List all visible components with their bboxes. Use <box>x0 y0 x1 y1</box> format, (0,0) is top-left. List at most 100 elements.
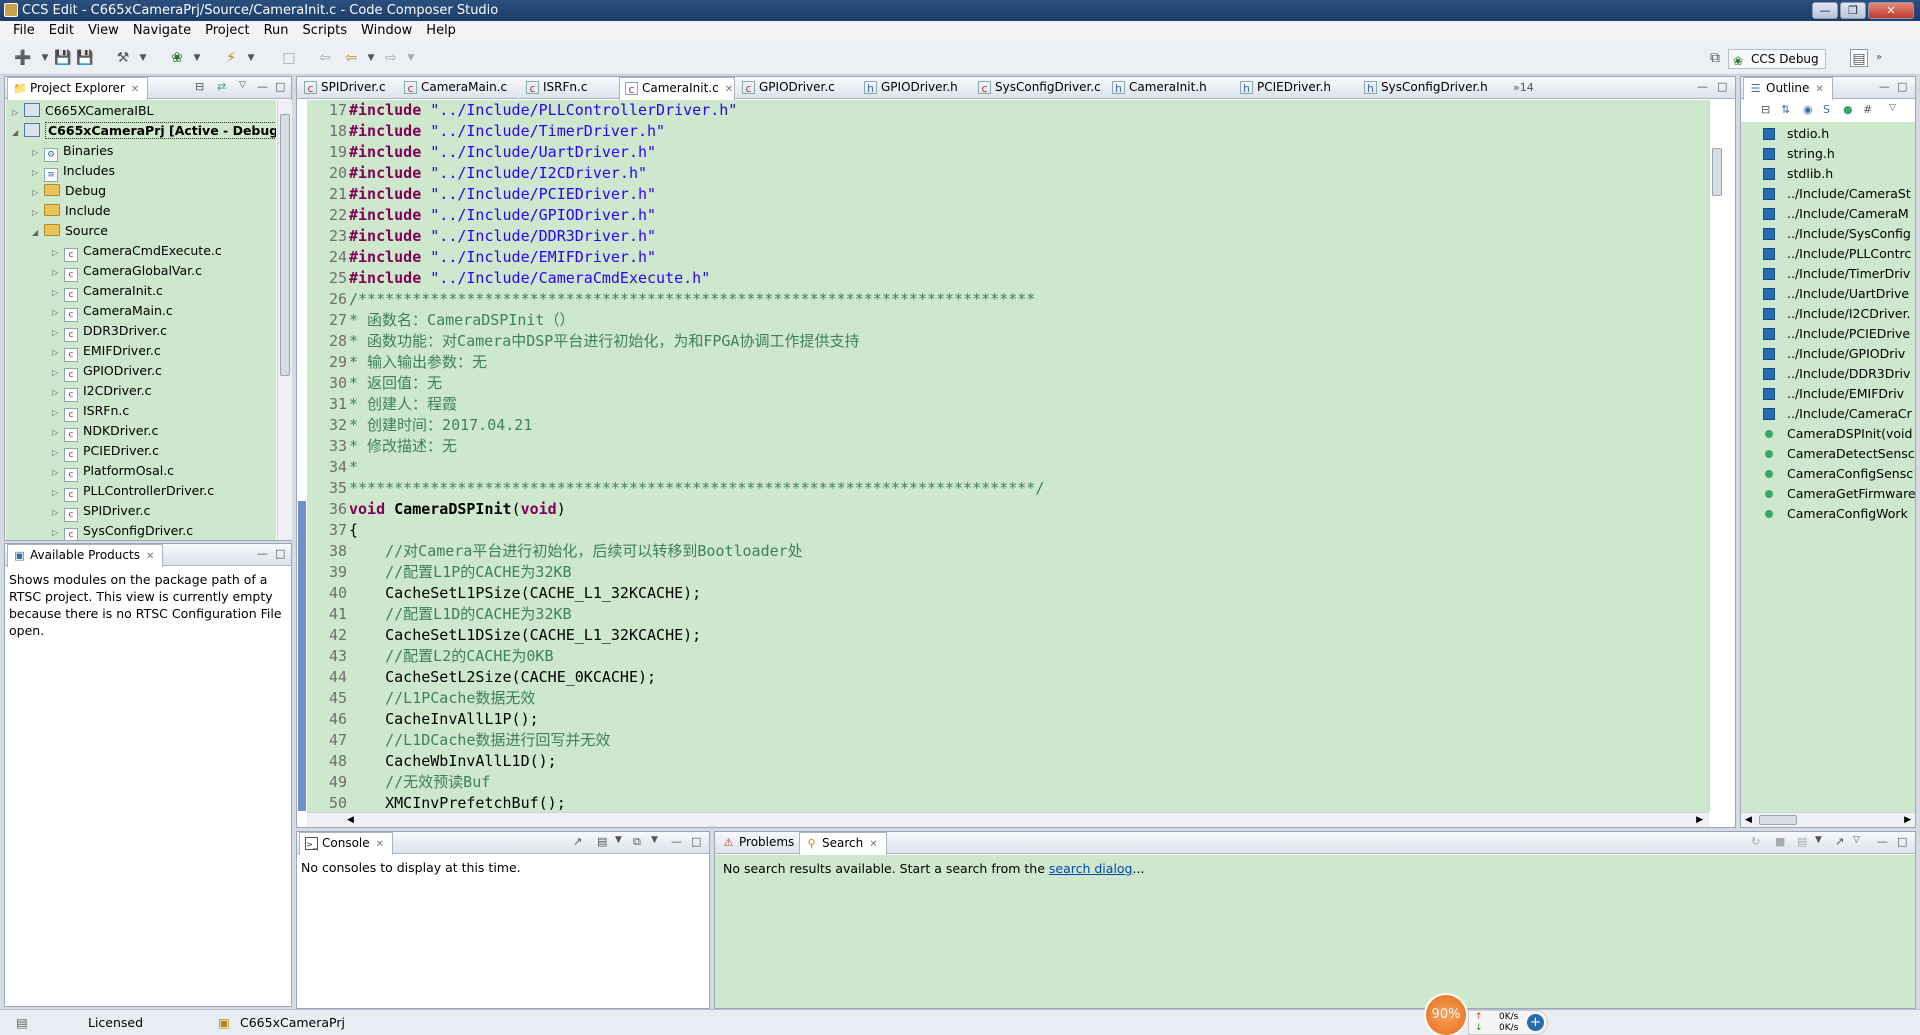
scroll-right-icon[interactable]: ▶ <box>1696 813 1703 827</box>
more-tabs-indicator[interactable]: »14 <box>1513 81 1534 94</box>
maximize-view-icon[interactable]: □ <box>1897 835 1907 848</box>
editor-tab[interactable]: c SysConfigDriver.c <box>973 77 1105 99</box>
hide-fields-icon[interactable]: ◉ <box>1803 103 1813 116</box>
expand-toggle-icon[interactable]: ▷ <box>52 283 64 303</box>
outline-item[interactable]: CameraConfigWork <box>1765 504 1908 524</box>
pin-search-icon[interactable]: ↗ <box>1835 835 1844 848</box>
save-all-icon[interactable]: 💾 <box>76 49 94 67</box>
expand-toggle-icon[interactable]: ▷ <box>52 403 64 423</box>
code-area[interactable]: 17 #include "../Include/PLLControllerDriv… <box>307 100 1709 812</box>
scroll-left-icon[interactable]: ◀ <box>347 813 354 827</box>
open-console-icon[interactable]: ⧉ <box>633 835 641 849</box>
expand-toggle-icon[interactable]: ▷ <box>32 183 44 203</box>
tab-outline[interactable]: ☰ Outline ✕ <box>1743 77 1833 100</box>
dropdown-arrow-icon[interactable]: ▼ <box>36 49 54 67</box>
close-icon[interactable]: ✕ <box>725 84 733 95</box>
maximize-view-icon[interactable]: □ <box>691 835 701 848</box>
outline-item[interactable]: stdio.h <box>1763 124 1829 144</box>
outline-item[interactable]: CameraConfigSensc <box>1765 464 1913 484</box>
view-menu-icon[interactable]: ▽ <box>239 80 246 90</box>
expand-toggle-icon[interactable]: ▷ <box>52 363 64 383</box>
tree-item[interactable]: ▷ c PLLControllerDriver.c <box>52 481 214 502</box>
sort-icon[interactable]: ⇅ <box>1781 103 1790 116</box>
view-menu-icon[interactable]: ▽ <box>1853 835 1860 845</box>
editor-tab[interactable]: h SysConfigDriver.h <box>1359 77 1505 99</box>
close-icon[interactable]: ✕ <box>1815 84 1823 95</box>
tab-problems[interactable]: ⚠ Problems <box>717 832 802 854</box>
menu-project[interactable]: Project <box>198 21 256 41</box>
add-icon[interactable]: + <box>1527 1014 1544 1031</box>
outline-item[interactable]: string.h <box>1763 144 1835 164</box>
editor-tab[interactable]: h PCIEDriver.h <box>1235 77 1357 99</box>
tree-item[interactable]: ▷ C665XCameraIBL <box>12 101 154 121</box>
expand-toggle-icon[interactable]: ▷ <box>32 203 44 223</box>
tab-search[interactable]: ⚲ Search ✕ <box>799 832 887 855</box>
refresh-icon[interactable]: ↻ <box>1751 835 1760 848</box>
open-console-dropdown-icon[interactable]: ▼ <box>651 835 658 845</box>
maximize-view-icon[interactable]: □ <box>1717 80 1727 93</box>
open-perspective-icon[interactable]: ⧉ <box>1706 49 1724 67</box>
display-dropdown-icon[interactable]: ▼ <box>615 835 622 845</box>
forward-arrow-icon[interactable]: ⇨ <box>382 49 400 67</box>
outline-item[interactable]: ../Include/PLLContrc <box>1763 244 1911 264</box>
back-dropdown-icon[interactable]: ▼ <box>362 49 380 67</box>
expand-toggle-icon[interactable]: ▷ <box>52 443 64 463</box>
more-perspectives-icon[interactable]: » <box>1870 49 1888 67</box>
expand-toggle-icon[interactable]: ▷ <box>32 143 44 163</box>
editor-tab[interactable]: c CameraMain.c <box>399 77 519 99</box>
pin-console-icon[interactable]: ↗ <box>573 835 582 848</box>
expand-toggle-icon[interactable]: ▷ <box>52 263 64 283</box>
hide-macros-icon[interactable]: # <box>1863 103 1872 116</box>
expand-toggle-icon[interactable]: ▷ <box>52 503 64 523</box>
minimize-view-icon[interactable]: — <box>1877 835 1888 848</box>
hide-static-icon[interactable]: S <box>1823 103 1830 116</box>
view-menu-icon[interactable]: ▽ <box>1889 103 1896 113</box>
outline-item[interactable]: ../Include/CameraCr <box>1763 404 1912 424</box>
scrollbar-thumb[interactable] <box>280 114 290 376</box>
menu-file[interactable]: File <box>6 21 42 41</box>
tree-item[interactable]: ▷ c ISRFn.c <box>52 401 129 423</box>
outline-item[interactable]: ../Include/EMIFDriv <box>1763 384 1904 404</box>
back-arrow-icon[interactable]: ⇦ <box>342 49 360 67</box>
menu-view[interactable]: View <box>81 21 126 41</box>
minimize-view-icon[interactable]: — <box>671 835 682 848</box>
tree-item[interactable]: ◢ Source <box>32 221 108 241</box>
maximize-view-icon[interactable]: □ <box>275 80 285 93</box>
close-icon[interactable]: ✕ <box>131 84 139 95</box>
net-speed-widget[interactable]: ↑ 0K/s ↓ 0K/s + <box>1468 1010 1548 1035</box>
flash-dropdown-icon[interactable]: ▼ <box>242 49 260 67</box>
editor-tab[interactable]: c GPIODriver.c <box>737 77 857 99</box>
expand-toggle-icon[interactable]: ▷ <box>52 303 64 323</box>
outline-item[interactable]: ../Include/I2CDriver. <box>1763 304 1911 324</box>
search-dialog-link[interactable]: search dialog <box>1049 861 1133 876</box>
tree-item[interactable]: ▷ ⚙ Binaries <box>32 141 113 163</box>
minimize-view-icon[interactable]: — <box>257 547 268 560</box>
tree-item[interactable]: ◢ C665xCameraPrj [Active - Debug] <box>12 121 276 141</box>
tree-item[interactable]: ▷ c DDR3Driver.c <box>52 321 167 343</box>
collapse-all-icon[interactable]: ⊟ <box>1761 103 1770 116</box>
tree-item[interactable]: ▷ c PCIEDriver.c <box>52 441 159 463</box>
tree-item[interactable]: ▷ Include <box>32 201 111 221</box>
outline-item[interactable]: ../Include/PCIEDrive <box>1763 324 1910 344</box>
expand-toggle-icon[interactable]: ▷ <box>52 343 64 363</box>
debug-dropdown-icon[interactable]: ▼ <box>188 49 206 67</box>
expand-toggle-icon[interactable]: ▷ <box>12 103 24 123</box>
save-icon[interactable]: 💾 <box>54 49 72 67</box>
menu-run[interactable]: Run <box>257 21 296 41</box>
minimize-view-icon[interactable]: — <box>257 80 268 93</box>
tab-available-products[interactable]: ▣ Available Products ✕ <box>7 544 164 567</box>
tree-item[interactable]: ▷ c NDKDriver.c <box>52 421 158 442</box>
tree-item[interactable]: ▷ c I2CDriver.c <box>52 381 152 402</box>
expand-toggle-icon[interactable]: ◢ <box>32 223 44 243</box>
expand-toggle-icon[interactable]: ▷ <box>52 323 64 343</box>
expand-toggle-icon[interactable]: ▷ <box>52 523 64 540</box>
tree-item[interactable]: ▷ c SysConfigDriver.c <box>52 521 193 540</box>
menu-scripts[interactable]: Scripts <box>296 21 354 41</box>
outline-item[interactable]: CameraDSPInit(void <box>1765 424 1912 444</box>
last-edit-icon[interactable]: ⇦ <box>316 49 334 67</box>
editor-tab[interactable]: c ISRFn.c <box>521 77 617 99</box>
editor-tab[interactable]: c CameraInit.c ✕ <box>619 77 735 100</box>
menu-window[interactable]: Window <box>354 21 419 41</box>
outline-item[interactable]: CameraGetFirmware <box>1765 484 1915 504</box>
menu-edit[interactable]: Edit <box>42 21 81 41</box>
